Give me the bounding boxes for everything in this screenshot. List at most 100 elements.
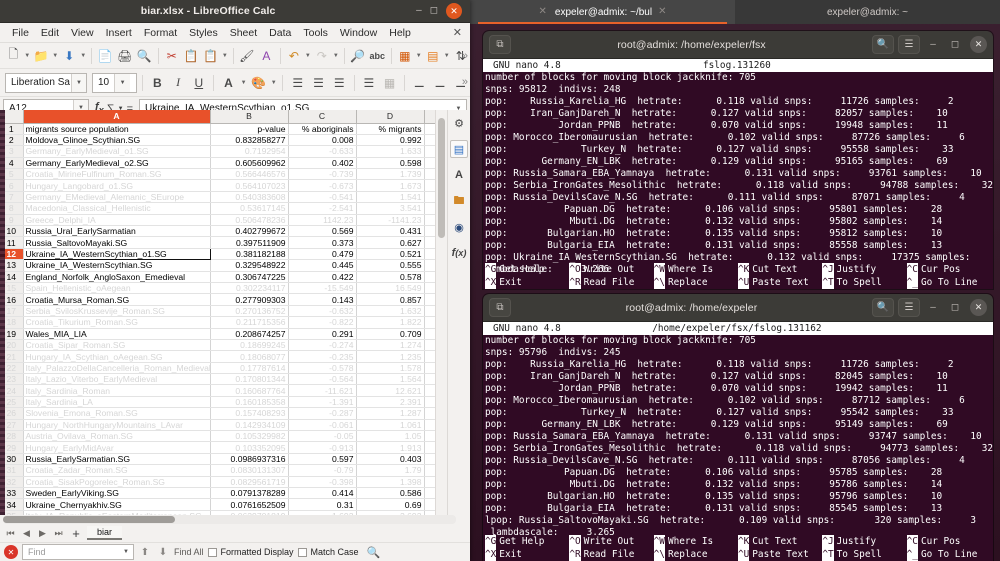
- print-icon[interactable]: 🖨: [115, 46, 134, 66]
- cell-D32[interactable]: 1.398: [356, 476, 424, 487]
- cell-D15[interactable]: 16.549: [356, 282, 424, 293]
- table-row[interactable]: 12Ukraine_IA_WesternScythian_o1.SG0.3811…: [0, 248, 435, 259]
- cell-A25[interactable]: Italy_Sardinia_LA: [23, 396, 210, 407]
- cell-C1[interactable]: % aboriginals: [288, 123, 356, 134]
- calc-maximize-button[interactable]: ◻: [430, 6, 438, 16]
- cell-A21[interactable]: Hungary_IA_Scythian_oAegean.SG: [23, 351, 210, 362]
- highlight-dropdown-icon[interactable]: ▼: [270, 80, 277, 86]
- find-replace-icon[interactable]: 🔎: [348, 46, 367, 66]
- sidebar-gallery-icon[interactable]: 🖿: [450, 192, 468, 210]
- cell-C6[interactable]: -0.673: [288, 180, 356, 191]
- sheet-tab-biar[interactable]: biar: [87, 526, 122, 540]
- cell-B22[interactable]: 0.17787614: [210, 362, 288, 373]
- cell-D31[interactable]: 1.79: [356, 465, 424, 476]
- cell-B3[interactable]: 0.7192954: [210, 146, 288, 157]
- cell-D22[interactable]: 1.578: [356, 362, 424, 373]
- cell-A33[interactable]: Sweden_EarlyViking.SG: [23, 488, 210, 499]
- cell-C27[interactable]: -0.061: [288, 419, 356, 430]
- cut-icon[interactable]: ✂: [162, 46, 181, 66]
- cell-A9[interactable]: Greece_Delphi_IA: [23, 214, 210, 225]
- font-color-dropdown-icon[interactable]: ▼: [240, 80, 247, 86]
- cell-A2[interactable]: Moldova_Glinoe_Scythian.SG: [23, 134, 210, 145]
- table-row[interactable]: 14England_Norfolk_AngloSaxon_Emedieval0.…: [0, 271, 435, 282]
- terminal-1-body[interactable]: GNU nano 4.8 fslog.131260 number of bloc…: [483, 59, 993, 289]
- table-row[interactable]: 28Austria_Ovilava_Roman.SG0.105329982-0.…: [0, 431, 435, 442]
- tab-close-icon[interactable]: ✕: [658, 7, 666, 17]
- font-color-icon[interactable]: A: [219, 73, 238, 93]
- italic-button[interactable]: I: [169, 73, 188, 93]
- cell-A19[interactable]: Wales_MIA_LIA: [23, 328, 210, 339]
- cell-D12[interactable]: 0.521: [356, 248, 424, 259]
- cell-D24[interactable]: 12.621: [356, 385, 424, 396]
- menu-item-insert[interactable]: Insert: [100, 23, 138, 43]
- paste-icon[interactable]: 📋: [202, 46, 221, 66]
- find-all-button[interactable]: Find All: [174, 547, 204, 557]
- cell-A20[interactable]: Croatia_Sipar_Roman.SG: [23, 339, 210, 350]
- merge-cells-icon[interactable]: ▦: [380, 73, 399, 93]
- maximize-button[interactable]: ◻: [946, 36, 964, 54]
- table-row[interactable]: 1migrants source populationp-value% abor…: [0, 123, 435, 134]
- redo-dropdown-icon[interactable]: ▼: [332, 53, 339, 59]
- cell-A10[interactable]: Russia_Ural_EarlySarmatian: [23, 226, 210, 237]
- table-row[interactable]: 9Greece_Delphi_IA0.5064782361142.23-1141…: [0, 214, 435, 225]
- sidebar-navigator-icon[interactable]: ◉: [450, 218, 468, 236]
- cell-E6[interactable]: [424, 180, 435, 191]
- menu-item-tools[interactable]: Tools: [297, 23, 334, 43]
- maximize-button[interactable]: ◻: [946, 299, 964, 317]
- redo-icon[interactable]: ↷: [313, 46, 332, 66]
- cell-E18[interactable]: [424, 317, 435, 328]
- nano-shortcut[interactable]: ^\Replace: [654, 276, 738, 289]
- cell-D1[interactable]: % migrants: [356, 123, 424, 134]
- table-row[interactable]: 30Russia_EarlySarmatian.SG0.09869373160.…: [0, 453, 435, 464]
- cell-B33[interactable]: 0.0791378289: [210, 488, 288, 499]
- copy-icon[interactable]: 📋: [182, 46, 201, 66]
- table-row[interactable]: 29Hungary_EarlyMidAvar0.103352095-0.9131…: [0, 442, 435, 453]
- tab-close-icon[interactable]: ✕: [539, 7, 547, 17]
- cell-B18[interactable]: 0.211715356: [210, 317, 288, 328]
- undo-dropdown-icon[interactable]: ▼: [304, 53, 311, 59]
- add-sheet-button[interactable]: +: [68, 526, 84, 541]
- cell-C20[interactable]: -0.274: [288, 339, 356, 350]
- formatting-overflow-icon[interactable]: »: [462, 69, 468, 95]
- cell-E13[interactable]: [424, 260, 435, 271]
- cell-A4[interactable]: Germany_EarlyMedieval_o2.SG: [23, 157, 210, 168]
- cell-B25[interactable]: 0.160185358: [210, 396, 288, 407]
- cell-E20[interactable]: [424, 339, 435, 350]
- table-row[interactable]: 16Croatia_Mursa_Roman.SG0.2779093030.143…: [0, 294, 435, 305]
- clone-formatting-icon[interactable]: 🖌: [238, 46, 257, 66]
- sidebar-settings-icon[interactable]: ⚙: [450, 114, 468, 132]
- cell-D8[interactable]: 3.541: [356, 203, 424, 214]
- column-dropdown-icon[interactable]: ▼: [443, 53, 450, 59]
- cell-C4[interactable]: 0.402: [288, 157, 356, 168]
- save-icon[interactable]: ⬇: [60, 46, 79, 66]
- font-name-combo[interactable]: Liberation Sa ▼: [5, 73, 87, 93]
- column-header-c[interactable]: C: [288, 110, 356, 123]
- cell-C22[interactable]: -0.578: [288, 362, 356, 373]
- table-row[interactable]: 22Italy_PalazzoDellaCancelleria_Roman_Me…: [0, 362, 435, 373]
- new-document-icon[interactable]: 🗋: [4, 46, 23, 66]
- cell-A22[interactable]: Italy_PalazzoDellaCancelleria_Roman_Medi…: [23, 362, 210, 373]
- table-row[interactable]: 10Russia_Ural_EarlySarmatian0.4027996720…: [0, 226, 435, 237]
- cell-E30[interactable]: [424, 453, 435, 464]
- cell-C12[interactable]: 0.479: [288, 248, 356, 259]
- menu-item-window[interactable]: Window: [334, 23, 383, 43]
- cell-A34[interactable]: Ukraine_Chernyakhiv.SG: [23, 499, 210, 510]
- table-row[interactable]: 31Croatia_Zadar_Roman.SG0.0830131307-0.7…: [0, 465, 435, 476]
- cell-A18[interactable]: Croatia_Tikurium_Roman.SG: [23, 317, 210, 328]
- spreadsheet-scroll-region[interactable]: A B C D 1migrants source populationp-val…: [0, 110, 435, 515]
- table-row[interactable]: 33Sweden_EarlyViking.SG0.07913782890.414…: [0, 488, 435, 499]
- cell-E12[interactable]: [424, 248, 435, 259]
- last-sheet-icon[interactable]: ⏭: [52, 528, 65, 539]
- cell-D7[interactable]: 1.541: [356, 191, 424, 202]
- cell-B2[interactable]: 0.832858277: [210, 134, 288, 145]
- cell-C21[interactable]: -0.235: [288, 351, 356, 362]
- table-row[interactable]: 6Hungary_Langobard_o1.SG0.564107023-0.67…: [0, 180, 435, 191]
- cell-C19[interactable]: 0.291: [288, 328, 356, 339]
- menu-item-styles[interactable]: Styles: [183, 23, 224, 43]
- cell-B17[interactable]: 0.270136752: [210, 305, 288, 316]
- cell-E15[interactable]: [424, 282, 435, 293]
- cell-B13[interactable]: 0.329548922: [210, 260, 288, 271]
- cell-E3[interactable]: [424, 146, 435, 157]
- table-row[interactable]: 34Ukraine_Chernyakhiv.SG0.07616525090.31…: [0, 499, 435, 510]
- cell-D16[interactable]: 0.857: [356, 294, 424, 305]
